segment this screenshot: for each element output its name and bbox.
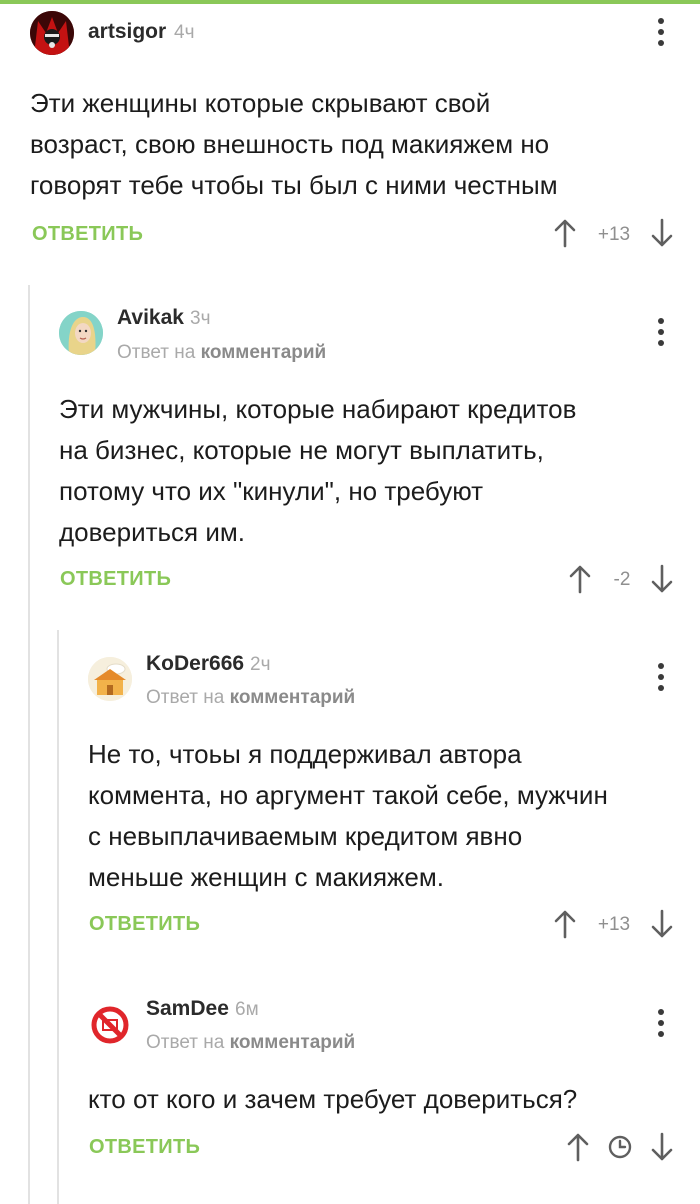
reply-to-prefix: Ответ на: [146, 1032, 225, 1053]
comment-text: кто от кого и зачем требует довериться?: [88, 1079, 688, 1120]
downvote-arrow-icon[interactable]: [650, 1132, 674, 1162]
more-options-icon[interactable]: [658, 1009, 664, 1037]
reply-to-line: Ответ на комментарий: [146, 1032, 355, 1054]
red-prohibited-avatar-icon: [91, 1006, 129, 1044]
comment-text-line: кто от кого и зачем требует довериться?: [88, 1084, 578, 1114]
reply-button[interactable]: ОТВЕТИТЬ: [89, 1136, 200, 1159]
comment-time: 6м: [235, 999, 259, 1020]
avatar[interactable]: [88, 1003, 132, 1047]
author-name[interactable]: SamDee: [146, 997, 229, 1021]
clock-icon: [608, 1135, 632, 1159]
upvote-arrow-icon[interactable]: [566, 1132, 590, 1162]
comment-samdee: SamDee 6м Ответ на комментарий кто от ко…: [0, 0, 700, 1204]
reply-to-link[interactable]: комментарий: [230, 1032, 356, 1053]
